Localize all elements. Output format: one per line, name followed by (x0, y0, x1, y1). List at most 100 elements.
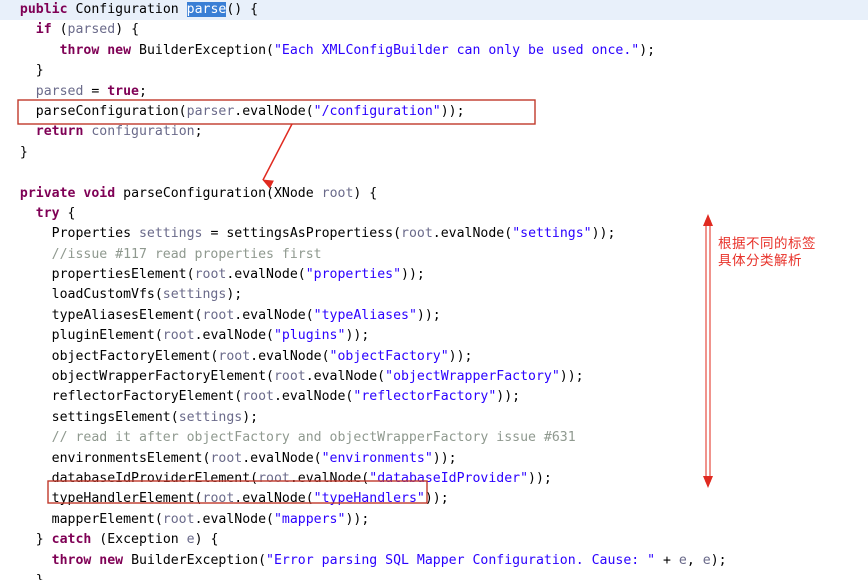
code-keyword: return (35, 124, 84, 140)
code-token: root (258, 470, 290, 486)
code-token: settings (138, 226, 203, 242)
code-token: )); (416, 307, 441, 323)
code-token: ; (194, 124, 203, 140)
chinese-annotation-note: 根据不同的标签 具体分类解析 (718, 236, 816, 270)
code-token: parseConfiguration( (35, 103, 187, 119)
code-line[interactable]: reflectorFactoryElement(root.evalNode("r… (0, 387, 868, 407)
code-line[interactable]: typeAliasesElement(root.evalNode("typeAl… (0, 306, 868, 326)
code-token: (Exception (91, 532, 187, 548)
code-line[interactable]: public Configuration parse() { (0, 0, 868, 21)
code-token: root (202, 307, 235, 323)
code-token: ( (51, 22, 68, 38)
code-line[interactable]: environmentsElement(root.evalNode("envir… (0, 449, 868, 469)
code-line[interactable]: } (0, 143, 868, 163)
code-comment: // read it after objectFactory and objec… (51, 430, 576, 446)
code-token: environmentsElement( (51, 450, 211, 466)
code-token: root (162, 328, 195, 344)
code-keyword: try (35, 205, 60, 221)
code-token: ); (639, 42, 656, 58)
code-token: parseConfiguration(XNode (115, 185, 322, 201)
code-string: "settings" (512, 226, 592, 242)
code-token: propertiesElement( (51, 267, 195, 283)
code-token: } (19, 144, 28, 160)
code-line[interactable]: if (parsed) { (0, 20, 868, 40)
code-token: typeAliasesElement( (51, 307, 203, 323)
code-string: "objectWrapperFactory" (385, 369, 560, 385)
code-string: "objectFactory" (329, 348, 449, 364)
code-token: typeHandlerElement( (51, 491, 203, 507)
code-line[interactable]: parseConfiguration(parser.evalNode("/con… (0, 102, 868, 122)
code-line[interactable]: pluginElement(root.evalNode("plugins")); (0, 326, 868, 346)
code-keyword: void (83, 185, 116, 201)
code-line[interactable]: } catch (Exception e) { (0, 530, 868, 550)
code-string: "mappers" (273, 511, 346, 527)
code-token: e (702, 552, 711, 568)
code-keyword: true (107, 83, 139, 99)
code-token: ); (226, 287, 243, 303)
annotation-line-1: 根据不同的标签 (718, 236, 816, 252)
code-line[interactable]: } (0, 61, 868, 81)
code-line[interactable]: try { (0, 204, 868, 224)
code-line[interactable]: parsed = true; (0, 82, 868, 102)
code-token: root (273, 369, 306, 385)
code-token: reflectorFactoryElement( (51, 389, 243, 405)
code-line[interactable]: return configuration; (0, 122, 868, 142)
code-token: configuration (91, 124, 195, 140)
code-keyword: catch (51, 532, 92, 548)
code-screenshot-root: public Configuration parse() { if (parse… (0, 0, 868, 580)
code-keyword: throw (59, 42, 100, 58)
code-token: Properties (51, 226, 139, 242)
code-token: ; (139, 83, 147, 99)
code-token: objectWrapperFactoryElement( (51, 369, 274, 385)
code-string: "databaseIdProvider" (369, 470, 529, 486)
code-token: )); (345, 328, 370, 344)
code-keyword: private (19, 185, 76, 201)
code-token: )); (591, 226, 616, 242)
code-line[interactable]: throw new BuilderException("Each XMLConf… (0, 41, 868, 61)
code-line[interactable]: objectFactoryElement(root.evalNode("obje… (0, 347, 868, 367)
code-token: root (401, 226, 433, 242)
code-token: root (321, 185, 354, 201)
code-token: )); (448, 348, 473, 364)
code-comment: //issue #117 read properties first (51, 246, 322, 262)
code-line[interactable]: // read it after objectFactory and objec… (0, 428, 868, 448)
code-editor-surface[interactable]: public Configuration parse() { if (parse… (0, 0, 868, 580)
code-line[interactable] (0, 163, 868, 183)
code-token: )); (528, 470, 552, 486)
code-token: Configuration (75, 2, 179, 17)
code-line[interactable]: private void parseConfiguration(XNode ro… (0, 184, 868, 204)
code-token: objectFactoryElement( (51, 348, 219, 364)
code-token: loadCustomVfs( (51, 287, 163, 303)
code-token: BuilderException( (123, 552, 267, 568)
code-token: .evalNode( (234, 103, 314, 119)
code-string: "Error parsing SQL Mapper Configuration.… (266, 552, 656, 568)
annotation-line-2: 具体分类解析 (718, 253, 802, 269)
code-line[interactable]: mapperElement(root.evalNode("mappers")); (0, 510, 868, 530)
code-token: , (686, 552, 703, 568)
code-line[interactable]: throw new BuilderException("Error parsin… (0, 551, 868, 571)
code-token: .evalNode( (432, 226, 513, 242)
code-line[interactable]: settingsElement(settings); (0, 408, 868, 428)
code-token: () { (226, 2, 259, 17)
code-token: )); (559, 369, 584, 385)
code-token: .evalNode( (273, 389, 354, 405)
code-line[interactable]: typeHandlerElement(root.evalNode("typeHa… (0, 489, 868, 509)
code-token: .evalNode( (242, 450, 322, 466)
code-token: ) { (353, 185, 378, 201)
code-token: )); (345, 511, 370, 527)
code-line[interactable]: databaseIdProviderElement(root.evalNode(… (0, 469, 868, 489)
code-token: )); (496, 389, 521, 405)
code-token: root (162, 511, 195, 527)
code-line[interactable]: loadCustomVfs(settings); (0, 285, 868, 305)
code-token: .evalNode( (194, 511, 274, 527)
code-line[interactable]: objectWrapperFactoryElement(root.evalNod… (0, 367, 868, 387)
code-token: root (210, 450, 243, 466)
code-string: "/configuration" (313, 103, 441, 119)
code-string: "environments" (321, 450, 433, 466)
code-keyword: throw (51, 552, 92, 568)
code-line[interactable]: } (0, 571, 868, 580)
code-token: .evalNode( (250, 348, 330, 364)
code-keyword: public (19, 2, 68, 17)
code-token: + (655, 552, 679, 568)
code-token: parsed (67, 22, 116, 38)
